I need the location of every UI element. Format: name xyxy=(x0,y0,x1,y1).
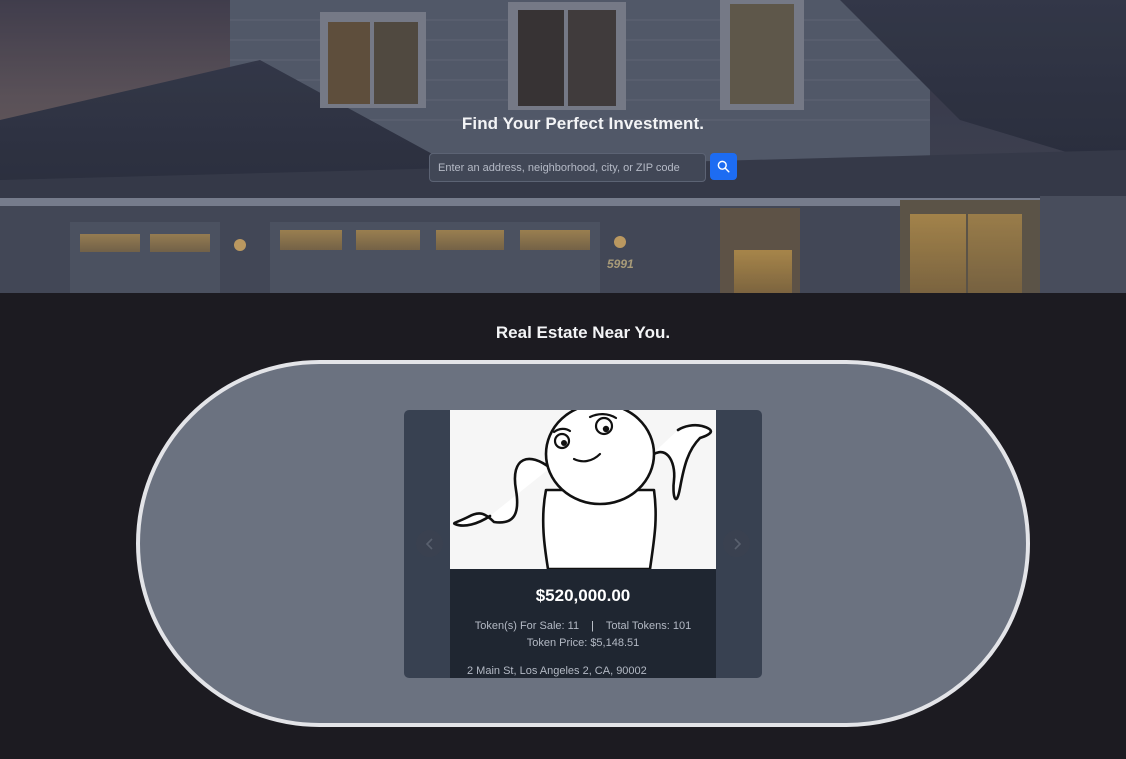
listing-card[interactable]: $520,000.00 Token(s) For Sale: 11 | Tota… xyxy=(450,410,716,678)
section-title: Real Estate Near You. xyxy=(495,323,671,342)
hero-banner: 5991 Find Your Perfect Investment. xyxy=(0,0,1126,293)
hero-overlay xyxy=(0,0,1126,293)
search-button[interactable] xyxy=(710,153,737,180)
total-tokens: Total Tokens: 101 xyxy=(605,620,692,632)
carousel-next-button[interactable] xyxy=(723,530,750,557)
chevron-left-icon xyxy=(425,537,433,550)
listing-carousel: $520,000.00 Token(s) For Sale: 11 | Tota… xyxy=(404,410,762,678)
listing-price: $520,000.00 xyxy=(535,586,631,605)
search-input[interactable] xyxy=(429,153,706,182)
token-price: Token Price: $5,148.51 xyxy=(526,637,640,649)
shrug-meme-image xyxy=(450,410,716,569)
hero-title: Find Your Perfect Investment. xyxy=(461,114,705,133)
search-icon xyxy=(717,160,730,173)
listing-image xyxy=(450,410,716,569)
chevron-right-icon xyxy=(733,537,741,550)
carousel-prev-button[interactable] xyxy=(416,530,443,557)
token-separator: | xyxy=(591,620,594,632)
tokens-for-sale: Token(s) For Sale: 11 xyxy=(474,620,580,632)
listing-address: 2 Main St, Los Angeles 2, CA, 90002 xyxy=(467,665,647,677)
listing-token-counts: Token(s) For Sale: 11 | Total Tokens: 10… xyxy=(450,620,716,632)
